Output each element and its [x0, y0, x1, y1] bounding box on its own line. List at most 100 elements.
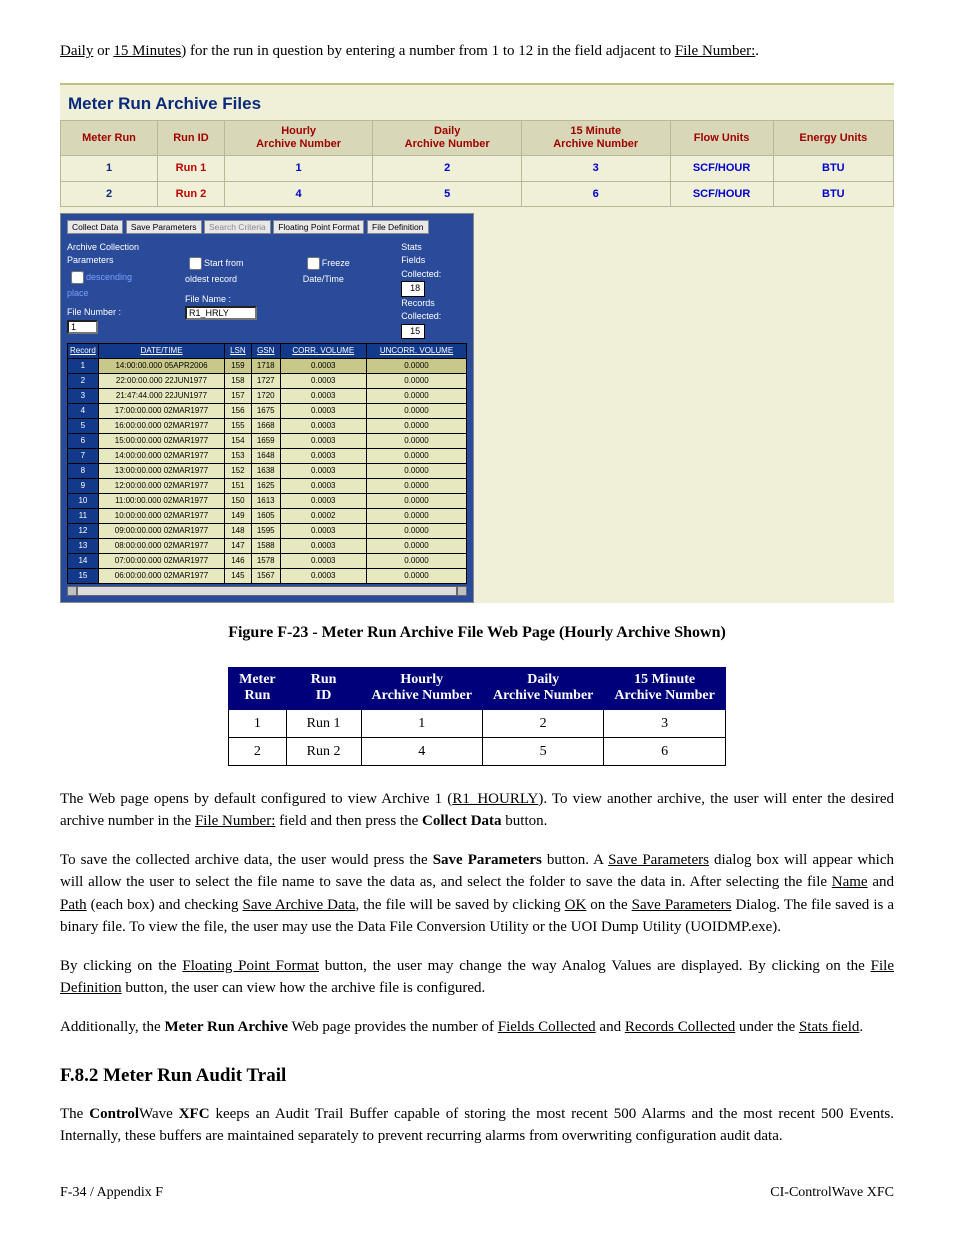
summary-cell: 2 — [229, 737, 287, 765]
record-index: 15 — [68, 569, 99, 584]
record-cell: 0.0000 — [366, 374, 467, 389]
record-cell: 155 — [225, 419, 251, 434]
summary-cell: 6 — [604, 737, 725, 765]
record-cell: 0.0003 — [280, 479, 366, 494]
floating-point-button[interactable]: Floating Point Format — [273, 220, 364, 234]
file-definition-button[interactable]: File Definition — [367, 220, 429, 234]
summary-header: HourlyArchive Number — [361, 668, 482, 709]
records-row[interactable]: 714:00:00.000 02MAR197715316480.00030.00… — [68, 449, 467, 464]
record-cell: 1588 — [251, 539, 280, 554]
page-footer: F-34 / Appendix F CI-ControlWave XFC — [60, 1182, 894, 1203]
archive-cell: BTU — [773, 156, 893, 182]
records-row[interactable]: 1308:00:00.000 02MAR197714715880.00030.0… — [68, 539, 467, 554]
archive-row[interactable]: 2Run 2456SCF/HOURBTU — [61, 181, 894, 207]
record-cell: 154 — [225, 434, 251, 449]
records-header: Record — [68, 344, 99, 359]
record-cell: 158 — [225, 374, 251, 389]
record-cell: 0.0000 — [366, 419, 467, 434]
file-name-label: File Name : — [185, 294, 231, 304]
records-row[interactable]: 1011:00:00.000 02MAR197715016130.00030.0… — [68, 494, 467, 509]
summary-cell: 2 — [482, 709, 603, 737]
archive-title: Meter Run Archive Files — [60, 83, 894, 121]
record-cell: 1625 — [251, 479, 280, 494]
archive-cell: 1 — [61, 156, 158, 182]
summary-header: 15 MinuteArchive Number — [604, 668, 725, 709]
archive-cell: 5 — [373, 181, 522, 207]
record-index: 1 — [68, 359, 99, 374]
stats-label: Stats — [401, 241, 467, 255]
record-cell: 0.0000 — [366, 494, 467, 509]
records-row[interactable]: 321:47:44.000 22JUN197715717200.00030.00… — [68, 389, 467, 404]
start-oldest-checkbox[interactable] — [189, 257, 202, 270]
record-cell: 0.0000 — [366, 359, 467, 374]
save-parameters-button[interactable]: Save Parameters — [126, 220, 202, 234]
record-cell: 0.0003 — [280, 389, 366, 404]
search-criteria-button[interactable]: Search Criteria — [204, 220, 271, 234]
records-header: CORR. VOLUME — [280, 344, 366, 359]
summary-row: 1Run 1123 — [229, 709, 726, 737]
record-cell: 0.0003 — [280, 554, 366, 569]
collect-data-button[interactable]: Collect Data — [67, 220, 123, 234]
record-index: 13 — [68, 539, 99, 554]
params-section-label: Archive Collection Parameters — [67, 241, 145, 268]
freeze-checkbox[interactable] — [307, 257, 320, 270]
archive-cell: SCF/HOUR — [670, 181, 773, 207]
record-cell: 0.0003 — [280, 464, 366, 479]
th-hourly: Hourly Archive Number — [224, 121, 373, 156]
record-cell: 1668 — [251, 419, 280, 434]
record-cell: 151 — [225, 479, 251, 494]
scroll-indicator[interactable] — [67, 586, 467, 596]
record-cell: 146 — [225, 554, 251, 569]
record-cell: 1718 — [251, 359, 280, 374]
record-cell: 0.0000 — [366, 524, 467, 539]
record-index: 9 — [68, 479, 99, 494]
th-meter-run: Meter Run — [61, 121, 158, 156]
file-number-input[interactable] — [67, 320, 98, 334]
record-cell: 1659 — [251, 434, 280, 449]
detail-button-row: Collect Data Save Parameters Search Crit… — [67, 220, 467, 235]
record-index: 11 — [68, 509, 99, 524]
record-index: 6 — [68, 434, 99, 449]
records-row[interactable]: 813:00:00.000 02MAR197715216380.00030.00… — [68, 464, 467, 479]
records-header: LSN — [225, 344, 251, 359]
archive-cell: 4 — [224, 181, 373, 207]
summary-header: RunID — [286, 668, 361, 709]
record-cell: 17:00:00.000 02MAR1977 — [98, 404, 224, 419]
records-row[interactable]: 516:00:00.000 02MAR197715516680.00030.00… — [68, 419, 467, 434]
records-row[interactable]: 222:00:00.000 22JUN197715817270.00030.00… — [68, 374, 467, 389]
record-cell: 145 — [225, 569, 251, 584]
th-energy-units: Energy Units — [773, 121, 893, 156]
records-collected-label: Records Collected: — [401, 298, 441, 322]
archive-cell: 1 — [224, 156, 373, 182]
record-cell: 1595 — [251, 524, 280, 539]
record-cell: 1605 — [251, 509, 280, 524]
summary-row: 2Run 2456 — [229, 737, 726, 765]
record-cell: 0.0000 — [366, 569, 467, 584]
records-row[interactable]: 1506:00:00.000 02MAR197714515670.00030.0… — [68, 569, 467, 584]
records-row[interactable]: 417:00:00.000 02MAR197715616750.00030.00… — [68, 404, 467, 419]
record-cell: 07:00:00.000 02MAR1977 — [98, 554, 224, 569]
file-name-input[interactable] — [185, 306, 257, 320]
summary-cell: 4 — [361, 737, 482, 765]
record-index: 5 — [68, 419, 99, 434]
record-index: 10 — [68, 494, 99, 509]
section-heading: F.8.2 Meter Run Audit Trail — [60, 1062, 894, 1091]
records-row[interactable]: 114:00:00.000 05APR200615917180.00030.00… — [68, 359, 467, 374]
record-cell: 1567 — [251, 569, 280, 584]
record-cell: 159 — [225, 359, 251, 374]
records-row[interactable]: 1209:00:00.000 02MAR197714815950.00030.0… — [68, 524, 467, 539]
record-cell: 0.0000 — [366, 404, 467, 419]
records-row[interactable]: 1110:00:00.000 02MAR197714916050.00020.0… — [68, 509, 467, 524]
summary-cell: 1 — [229, 709, 287, 737]
records-row[interactable]: 912:00:00.000 02MAR197715116250.00030.00… — [68, 479, 467, 494]
records-row[interactable]: 1407:00:00.000 02MAR197714615780.00030.0… — [68, 554, 467, 569]
record-cell: 14:00:00.000 05APR2006 — [98, 359, 224, 374]
records-row[interactable]: 615:00:00.000 02MAR197715416590.00030.00… — [68, 434, 467, 449]
descending-checkbox[interactable] — [71, 271, 84, 284]
summary-header: DailyArchive Number — [482, 668, 603, 709]
record-index: 2 — [68, 374, 99, 389]
record-cell: 0.0003 — [280, 419, 366, 434]
record-cell: 153 — [225, 449, 251, 464]
summary-header: MeterRun — [229, 668, 287, 709]
archive-row[interactable]: 1Run 1123SCF/HOURBTU — [61, 156, 894, 182]
